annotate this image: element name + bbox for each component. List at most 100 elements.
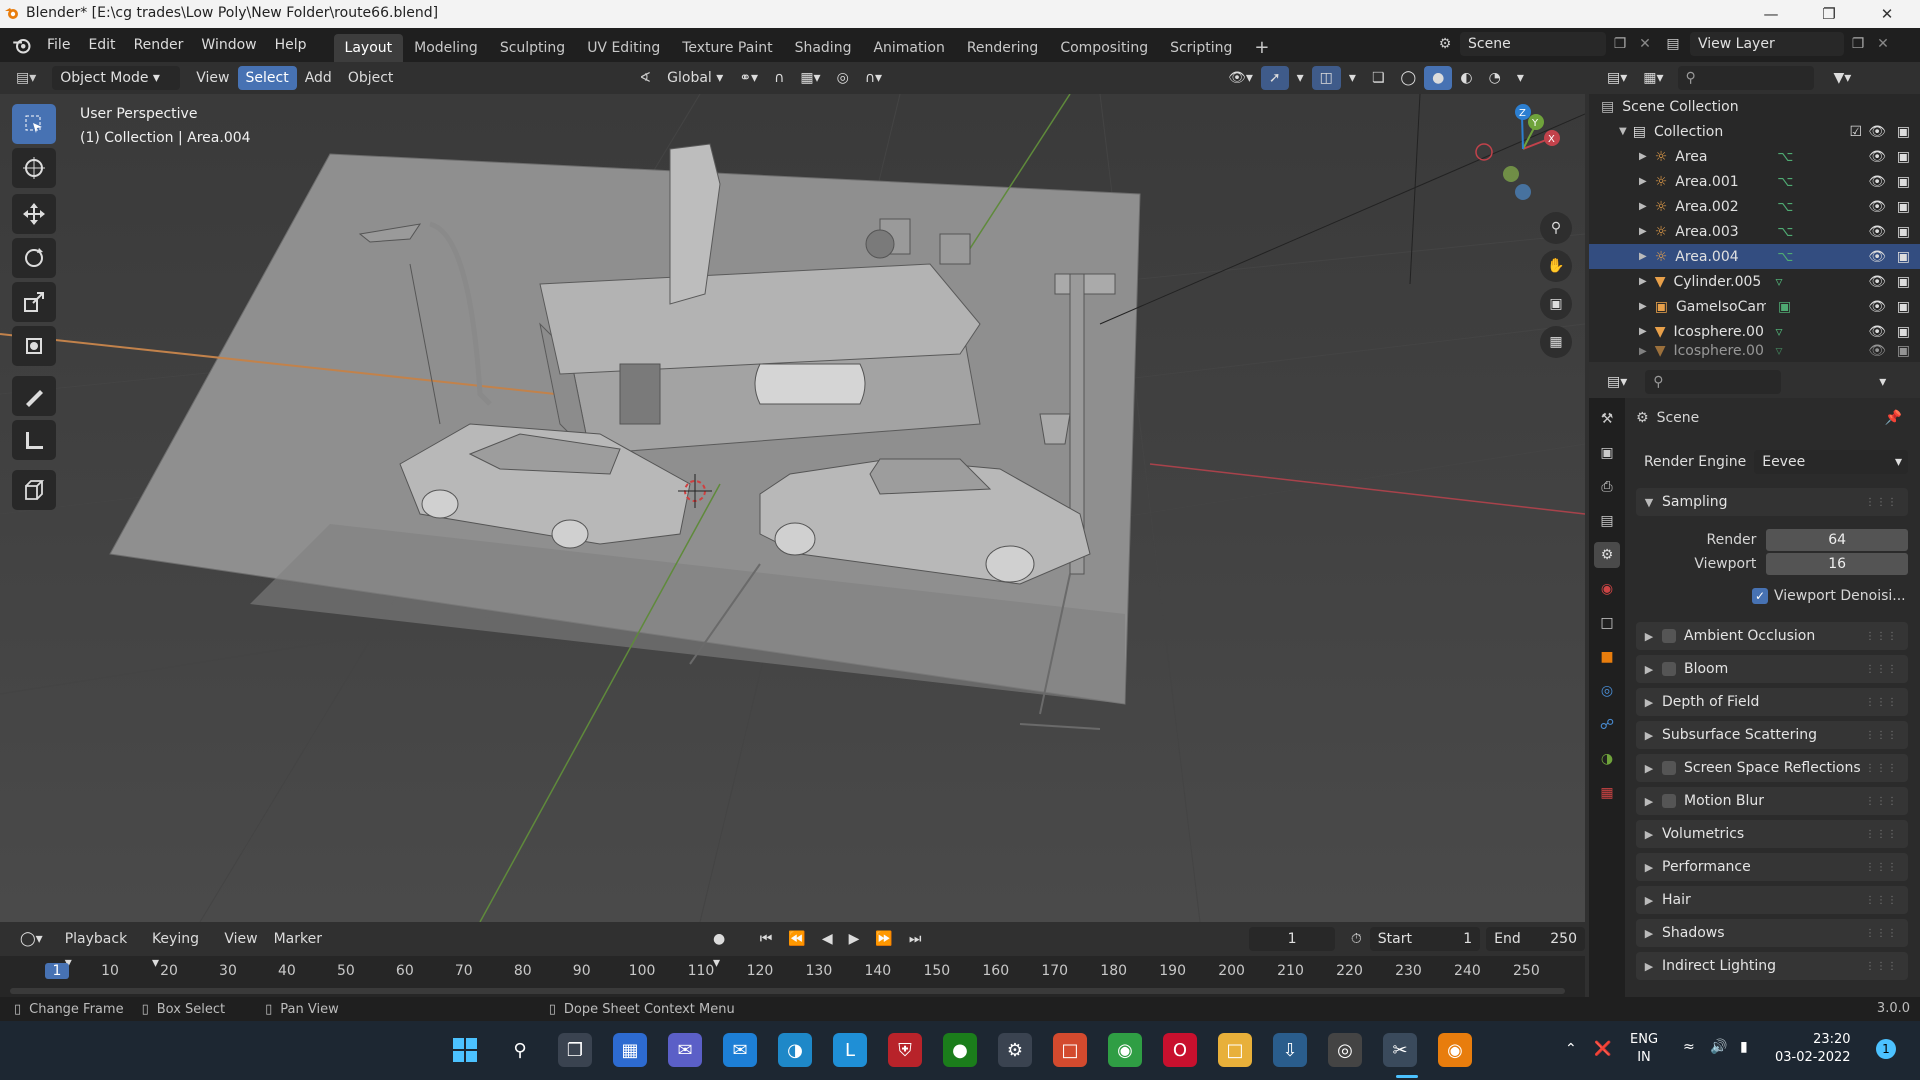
antivirus-icon[interactable]: ⛨ <box>888 1033 922 1067</box>
render-camera-icon[interactable]: ▣ <box>1897 199 1910 215</box>
light-data-icon[interactable]: ⌥ <box>1777 149 1793 165</box>
remove-view-layer-icon[interactable]: ✕ <box>1872 36 1894 52</box>
render-camera-icon[interactable]: ▣ <box>1897 224 1910 240</box>
expand-icon[interactable]: ▶ <box>1639 251 1647 262</box>
output-tab-icon[interactable]: ⎙ <box>1594 474 1620 500</box>
view-layer-tab-icon[interactable]: ▤ <box>1594 508 1620 534</box>
view-layer-field[interactable]: View Layer <box>1690 32 1844 56</box>
minimize-button[interactable]: — <box>1748 0 1794 28</box>
panel-bloom[interactable]: ▶ Bloom ⋮⋮⋮ <box>1636 655 1908 683</box>
task-view-icon[interactable]: ❐ <box>558 1033 592 1067</box>
keying-menu[interactable]: Keying ▾ <box>144 927 216 971</box>
mode-dropdown[interactable]: Object Mode ▾ <box>52 66 181 90</box>
jump-keyframe-back-icon[interactable]: ⏪ <box>780 927 813 951</box>
outliner-item[interactable]: ▶ ☼ Area ⌥ 👁 ▣ <box>1589 144 1920 169</box>
file-explorer-icon[interactable]: □ <box>1218 1033 1252 1067</box>
expand-icon[interactable]: ▶ <box>1639 226 1647 237</box>
menu-help[interactable]: Help <box>266 32 316 58</box>
panel-ambient-occlusion[interactable]: ▶ Ambient Occlusion ⋮⋮⋮ <box>1636 622 1908 650</box>
blender-taskbar-icon[interactable]: ◉ <box>1438 1033 1472 1067</box>
panel-enable-checkbox[interactable] <box>1662 662 1676 676</box>
tab-layout[interactable]: Layout <box>333 34 404 62</box>
edge-icon[interactable]: ◑ <box>778 1033 812 1067</box>
wifi-icon[interactable]: ≈ <box>1683 1039 1695 1055</box>
panel-grip-icon[interactable]: ⋮⋮⋮ <box>1865 829 1898 840</box>
select-box-tool-icon[interactable] <box>12 104 56 144</box>
outliner-search-icon[interactable]: ⚲ <box>1677 66 1814 90</box>
expand-icon[interactable]: ▶ <box>1639 326 1647 337</box>
outliner-item[interactable]: ▶ ▼ Cylinder.005 ▿ 👁 ▣ <box>1589 269 1920 294</box>
xbox-icon[interactable]: ● <box>943 1033 977 1067</box>
visibility-eye-icon[interactable]: 👁 <box>1868 149 1886 165</box>
panel-grip-icon[interactable]: ⋮⋮⋮ <box>1865 664 1898 675</box>
expand-icon[interactable]: ▶ <box>1639 346 1647 357</box>
panel-volumetrics[interactable]: ▶ Volumetrics ⋮⋮⋮ <box>1636 820 1908 848</box>
pan-hand-icon[interactable]: ✋ <box>1540 250 1572 282</box>
start-frame-field[interactable]: Start 1 <box>1369 927 1481 951</box>
playback-menu[interactable]: Playback ▾ <box>57 927 144 971</box>
light-data-icon[interactable]: ⌥ <box>1777 174 1793 190</box>
blender-menu-icon[interactable] <box>12 35 32 55</box>
language-indicator[interactable]: ENG IN <box>1630 1031 1658 1067</box>
gizmo-icon[interactable]: ➚ <box>1260 66 1289 90</box>
scene-icon[interactable]: ⚙ <box>1430 36 1460 52</box>
panel-hair[interactable]: ▶ Hair ⋮⋮⋮ <box>1636 886 1908 914</box>
expand-icon[interactable]: ▶ <box>1639 276 1647 287</box>
snap-icon[interactable]: ∩ <box>766 66 792 90</box>
solid-shading-icon[interactable]: ● <box>1424 66 1453 90</box>
light-data-icon[interactable]: ⌥ <box>1777 249 1793 265</box>
widgets-icon[interactable]: ▦ <box>613 1033 647 1067</box>
measure-tool-icon[interactable] <box>12 420 56 460</box>
jump-keyframe-forward-icon[interactable]: ⏩ <box>867 927 900 951</box>
chrome-icon[interactable]: ◉ <box>1108 1033 1142 1067</box>
red-app-icon[interactable]: □ <box>1053 1033 1087 1067</box>
transform-orientation-dropdown[interactable]: Global ▾ <box>659 66 731 90</box>
battery-icon[interactable]: ▮ <box>1740 1039 1748 1055</box>
tab-uv-editing[interactable]: UV Editing <box>576 34 671 62</box>
collection-camera-icon[interactable]: ▣ <box>1897 124 1910 140</box>
wireframe-shading-icon[interactable]: ◯ <box>1393 66 1425 90</box>
visibility-eye-icon[interactable]: 👁 <box>1868 199 1886 215</box>
download-app-icon[interactable]: ⇩ <box>1273 1033 1307 1067</box>
overlays-icon[interactable]: ◫ <box>1311 66 1341 90</box>
panel-enable-checkbox[interactable] <box>1662 794 1676 808</box>
exclude-checkbox[interactable]: ☑ <box>1849 124 1862 140</box>
panel-motion-blur[interactable]: ▶ Motion Blur ⋮⋮⋮ <box>1636 787 1908 815</box>
panel-subsurface-scattering[interactable]: ▶ Subsurface Scattering ⋮⋮⋮ <box>1636 721 1908 749</box>
viewport-samples-field[interactable]: 16 <box>1766 553 1908 575</box>
expand-icon[interactable]: ▶ <box>1639 201 1647 212</box>
tab-scripting[interactable]: Scripting <box>1159 34 1243 62</box>
tab-sculpting[interactable]: Sculpting <box>489 34 576 62</box>
outliner-item[interactable]: ▶ ▼ Icosphere.002 ▿ 👁 ▣ <box>1589 344 1920 358</box>
panel-screen-space-reflections[interactable]: ▶ Screen Space Reflections ⋮⋮⋮ <box>1636 754 1908 782</box>
opera-icon[interactable]: O <box>1163 1033 1197 1067</box>
tab-compositing[interactable]: Compositing <box>1049 34 1159 62</box>
current-frame-field[interactable]: 1 <box>1249 927 1335 951</box>
panel-enable-checkbox[interactable] <box>1662 629 1676 643</box>
panel-grip-icon[interactable]: ⋮⋮⋮ <box>1865 497 1898 508</box>
scene-collection-row[interactable]: ▤ Scene Collection <box>1589 94 1920 119</box>
collection-eye-icon[interactable]: 👁 <box>1868 124 1886 140</box>
physics-tab-icon[interactable]: ◎ <box>1594 678 1620 704</box>
record-icon[interactable]: ● ▾ <box>705 927 744 971</box>
render-tab-icon[interactable]: ▣ <box>1594 440 1620 466</box>
panel-grip-icon[interactable]: ⋮⋮⋮ <box>1865 928 1898 939</box>
visibility-eye-icon[interactable]: 👁 <box>1868 299 1886 315</box>
timeline-view-menu[interactable]: View <box>216 927 265 951</box>
scene-field[interactable]: Scene <box>1460 32 1606 56</box>
light-data-icon[interactable]: ⌥ <box>1777 199 1793 215</box>
data-tab-icon[interactable]: ◑ <box>1594 746 1620 772</box>
volume-icon[interactable]: 🔊 <box>1710 1039 1727 1055</box>
menu-edit[interactable]: Edit <box>79 32 124 58</box>
visibility-eye-icon[interactable]: 👁 <box>1868 249 1886 265</box>
tab-shading[interactable]: Shading <box>784 34 863 62</box>
panel-grip-icon[interactable]: ⋮⋮⋮ <box>1865 763 1898 774</box>
gizmo-dropdown-icon[interactable]: ▾ <box>1289 66 1312 90</box>
new-scene-icon[interactable]: ❐ <box>1606 36 1634 52</box>
menu-object[interactable]: Object <box>340 66 402 90</box>
rendered-shading-icon[interactable]: ◔ <box>1481 66 1509 90</box>
visibility-eye-icon[interactable]: 👁 <box>1868 224 1886 240</box>
world-tab-icon[interactable]: ◉ <box>1594 576 1620 602</box>
collapse-icon[interactable]: ▼ <box>1619 126 1627 137</box>
render-camera-icon[interactable]: ▣ <box>1897 274 1910 290</box>
